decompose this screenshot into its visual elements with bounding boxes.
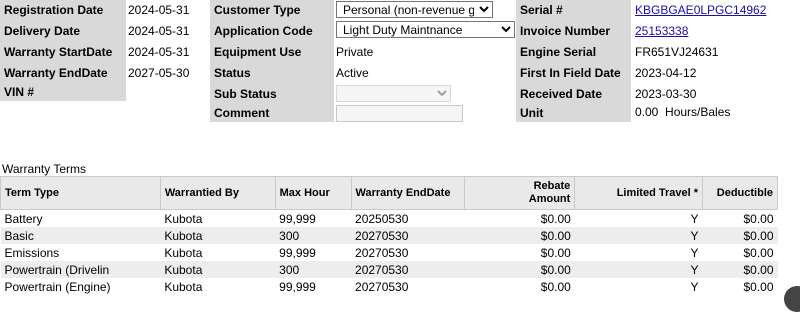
vin-label: VIN # [0,84,126,101]
cell-deductible: $0.00 [743,245,774,260]
cell-warranty-end-date: 20270530 [351,261,465,278]
serial-value: KBGBGAE0LPGC14962 [635,0,766,21]
help-bubble-icon[interactable] [784,286,800,312]
cell-term-type: Basic [0,227,161,244]
cell-term-type: Emissions [4,245,60,260]
unit-value: 0.00 Hours/Bales [635,105,731,119]
cell-warrantied-by: Kubota [160,261,276,278]
cell-rebate-amount: $0.00 [464,227,575,244]
unit-label: Unit [516,105,631,122]
table-row: Powertrain (Drivelin Kubota 300 20270530… [0,261,778,278]
warranty-start-date-value: 2024-05-31 [128,45,190,59]
table-row: Battery Kubota 99,999 20250530 $0.00 Y $… [1,210,778,228]
serial-link[interactable]: KBGBGAE0LPGC14962 [635,3,766,17]
cell-deductible: $0.00 [743,211,774,226]
warranty-end-date-value: 2027-05-30 [128,66,190,80]
table-header-row: Term Type Warrantied By Max Hour Warrant… [0,176,778,210]
cell-rebate-amount: $0.00 [540,245,571,260]
column-header-max-hour[interactable]: Max Hour [274,176,352,210]
cell-max-hour: 99,999 [279,211,316,226]
cell-max-hour: 300 [275,261,352,278]
delivery-date-value: 2024-05-31 [128,24,190,38]
application-code-label: Application Code [210,21,334,42]
cell-warrantied-by: Kubota [164,279,203,294]
column-header-rebate-amount[interactable]: Rebate Amount [464,176,576,210]
cell-warranty-end-date: 20270530 [355,279,409,294]
warranty-start-date-label: Warranty StartDate [0,42,126,63]
column-header-warrantied-by[interactable]: Warrantied By [159,176,276,210]
cell-limited-travel: Y [574,227,703,244]
cell-warranty-end-date: 20250530 [355,211,409,226]
registration-date-value: 2024-05-31 [128,3,190,17]
cell-term-type: Powertrain (Engine) [4,279,111,294]
column-header-warranty-end-date[interactable]: Warranty EndDate [350,176,466,210]
equipment-use-label: Equipment Use [210,42,334,63]
cell-deductible: $0.00 [743,279,774,294]
invoice-number-value: 25153338 [635,21,688,42]
status-value: Active [336,66,369,80]
cell-rebate-amount: $0.00 [464,261,575,278]
warranty-terms-table: Term Type Warrantied By Max Hour Warrant… [0,176,778,295]
first-in-field-label: First In Field Date [516,63,631,84]
cell-max-hour: 300 [275,227,352,244]
table-row: Emissions Kubota 99,999 20270530 $0.00 Y… [1,244,778,261]
cell-deductible: $0.00 [702,261,778,278]
registration-date-label: Registration Date [0,0,126,21]
warranty-end-date-label: Warranty EndDate [0,63,126,84]
cell-limited-travel: Y [690,279,699,294]
cell-warrantied-by: Kubota [164,245,203,260]
comment-label: Comment [210,105,334,122]
invoice-number-link[interactable]: 25153338 [635,24,688,38]
cell-rebate-amount: $0.00 [540,211,571,226]
cell-limited-travel: Y [690,245,699,260]
cell-limited-travel: Y [690,211,699,226]
serial-label: Serial # [516,0,631,21]
column-header-term-type[interactable]: Term Type [0,176,161,210]
cell-term-type: Powertrain (Drivelin [0,261,161,278]
sub-status-select[interactable] [336,85,451,102]
application-code-select[interactable]: Light Duty Maintnance [336,21,515,38]
cell-warranty-end-date: 20270530 [355,245,409,260]
comment-input[interactable] [336,105,463,122]
column-header-limited-travel[interactable]: Limited Travel * [574,176,703,210]
cell-warrantied-by: Kubota [160,227,276,244]
table-row: Basic Kubota 300 20270530 $0.00 Y $0.00 [0,227,778,244]
cell-max-hour: 99,999 [279,279,316,294]
column-header-deductible[interactable]: Deductible [702,176,778,210]
delivery-date-label: Delivery Date [0,21,126,42]
status-label: Status [210,63,334,84]
customer-type-select[interactable]: Personal (non-revenue gen) [336,1,493,18]
first-in-field-value: 2023-04-12 [635,66,697,80]
cell-rebate-amount: $0.00 [540,279,571,294]
cell-term-type: Battery [4,211,43,226]
cell-warrantied-by: Kubota [164,211,203,226]
warranty-terms-title: Warranty Terms [2,162,87,176]
received-date-label: Received Date [516,84,631,105]
equipment-use-value: Private [336,45,374,59]
engine-serial-label: Engine Serial Number [516,42,631,80]
cell-max-hour: 99,999 [279,245,316,260]
table-row: Powertrain (Engine) Kubota 99,999 202705… [1,278,778,295]
sub-status-label: Sub Status [210,84,334,105]
customer-type-label: Customer Type [210,0,334,21]
engine-serial-value: FR651VJ24631 [635,45,719,59]
cell-deductible: $0.00 [702,227,778,244]
invoice-number-label: Invoice Number [516,21,631,42]
cell-limited-travel: Y [574,261,703,278]
cell-warranty-end-date: 20270530 [351,227,465,244]
